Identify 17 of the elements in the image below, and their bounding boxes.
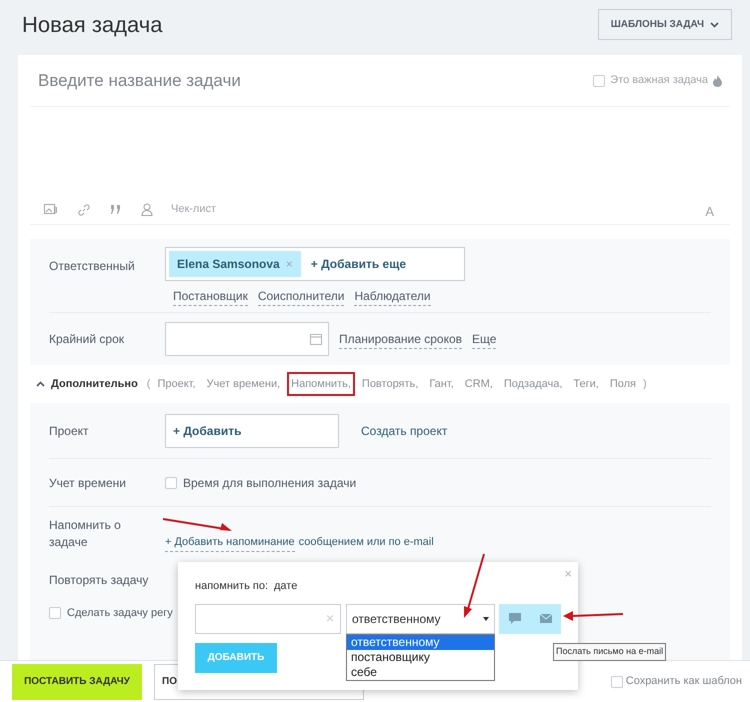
field-label: Повторять задачу [49,572,148,589]
reminder-hint: сообщением или по e-mail [298,535,434,550]
important-label: Это важная задача [610,73,708,88]
tooltip: Послать письмо на e-mail [553,643,666,660]
checkbox-label: Время для выполнения задачи [183,474,356,492]
save-template-label: Сохранить как шаблон [626,674,742,690]
field-label: Напомнить о задаче [49,517,122,551]
field-label: Ответственный [49,258,136,275]
checkbox-label: Сделать задачу регу [67,606,173,621]
remind-by-label: напомнить по: [195,579,268,594]
paren: ( [146,376,150,392]
section-title: Дополнительно [51,376,138,392]
page-title: Новая задача [22,11,162,39]
field-label: Учет времени [49,474,127,492]
field-label: Проект [49,422,90,440]
paren: ) [643,376,647,392]
field-label: Крайний срок [49,331,126,348]
